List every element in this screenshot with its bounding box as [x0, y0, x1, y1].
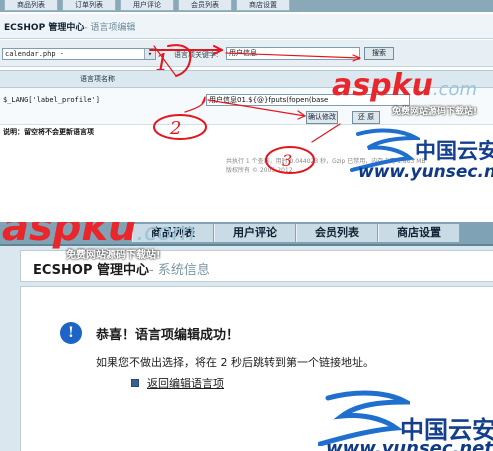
info-icon: ! — [60, 322, 82, 344]
bottom-tab-comments[interactable]: 用户评论 — [214, 224, 296, 242]
yunsec-url-bottom: www.yunsec.net — [326, 438, 493, 451]
yunsec-cn-top: 中国云安 — [415, 139, 493, 163]
annotation-label-3: 3 — [282, 151, 292, 170]
back-to-edit-link[interactable]: 返回编辑语言项 — [147, 375, 224, 391]
aspku-subtitle-top: 免费网站源码下载站! — [392, 107, 478, 117]
top-screenshot: 商品列表 订单列表 用户评论 会员列表 商店设置 ECSHOP 管理中心- 语言… — [0, 0, 493, 200]
bullet-icon — [131, 379, 139, 387]
bottom-screenshot: 商品列表 用户评论 会员列表 商店设置 ECSHOP 管理中心- 系统信息 ! … — [0, 222, 493, 451]
yunsec-url-top: www.yunsec.net — [358, 162, 493, 182]
annotation-label-1: 1 — [155, 51, 169, 76]
bottom-page-subtitle: - 系统信息 — [149, 263, 210, 278]
bottom-tab-members[interactable]: 会员列表 — [296, 224, 378, 242]
success-message-title: 恭喜！语言项编辑成功！ — [96, 328, 240, 343]
aspku-subtitle-bottom: 免费网站源码下载站! — [66, 250, 161, 261]
aspku-watermark-top: aspku.com — [332, 68, 478, 103]
redirect-message: 如果您不做出选择，将在 2 秒后跳转到第一个链接地址。 — [96, 356, 374, 369]
bottom-tab-settings[interactable]: 商店设置 — [378, 224, 460, 242]
annotation-label-2: 2 — [169, 118, 181, 139]
bottom-page-title: ECSHOP 管理中心- 系统信息 — [33, 263, 210, 278]
panel-gap — [0, 200, 493, 222]
